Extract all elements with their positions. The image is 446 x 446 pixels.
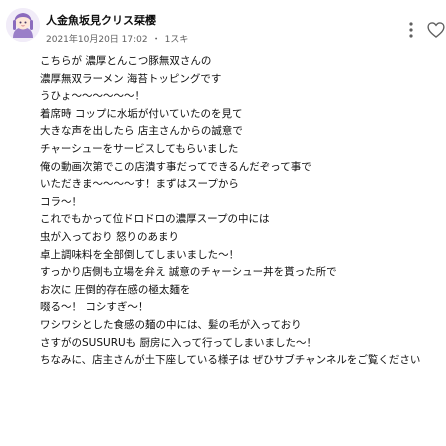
comment-line: 俺の動画次第でこの店潰す事だってできるんだぞって事で xyxy=(40,160,312,173)
comment-line: 虫が入っており 怒りのあまり xyxy=(40,230,179,243)
comment-line: お次に 圧倒的存在感の極太麺を xyxy=(40,283,191,296)
comment-card: 人金魚坂見クリス栞樱 2021年10月20日 17:02 ・ 1スキ こちらが 濃厚… xyxy=(0,0,446,446)
edit-mark: 1スキ xyxy=(164,35,189,45)
comment-line: 卓上調味料を全部倒してしまいました～！ xyxy=(40,248,240,261)
comment-meta: 2021年10月20日 17:02 ・ 1スキ xyxy=(46,32,188,45)
comment-line: さすがのSUSURUも 厨房に入って行ってしまいました～！ xyxy=(40,336,317,349)
heart-outline-icon xyxy=(427,22,445,38)
comment-line: ちなみに、店主さんが土下座している様子は ぜひサブチャンネルをご覧ください xyxy=(40,354,421,367)
timestamp[interactable]: 2021年10月20日 17:02 xyxy=(46,35,148,45)
comment-line: コラ～！ xyxy=(40,195,82,208)
comment-text: こちらが 濃厚とんこつ豚無双さんの 濃厚無双ラーメン 海苔トッピングです うひょ… xyxy=(40,53,440,370)
comment-line: ワシワシとした食感の麺の中には、髪の毛が入っており xyxy=(40,318,302,331)
more-options-button[interactable] xyxy=(404,20,418,40)
like-button[interactable] xyxy=(426,20,446,40)
comment-line: 啜る～！ コシすぎ～！ xyxy=(40,301,149,314)
comment-line: うひょ～～～～～～！ xyxy=(40,90,145,103)
comment-line: いただきま～～～～す！まずはスープから xyxy=(40,178,239,191)
avatar[interactable] xyxy=(6,8,40,42)
comment-line: 濃厚無双ラーメン 海苔トッピングです xyxy=(40,72,222,85)
meta-separator: ・ xyxy=(151,35,161,45)
comment-line: すっかり店側も立場を弁え 誠意のチャーシュー丼を貰った所で xyxy=(40,266,337,279)
comment-line: チャーシューをサービスしてもらいました xyxy=(40,142,239,155)
comment-line: 着席時 コップに水垢が付いていたのを見て xyxy=(40,107,243,120)
author-name[interactable]: 人金魚坂見クリス栞樱 xyxy=(46,12,156,28)
comment-line: 大きな声を出したら 店主さんからの誠意で xyxy=(40,125,243,138)
more-vert-icon xyxy=(409,22,413,38)
comment-line: これでもかって位ドロドロの濃厚スープの中には xyxy=(40,213,270,226)
comment-line: こちらが 濃厚とんこつ豚無双さんの xyxy=(40,55,212,67)
